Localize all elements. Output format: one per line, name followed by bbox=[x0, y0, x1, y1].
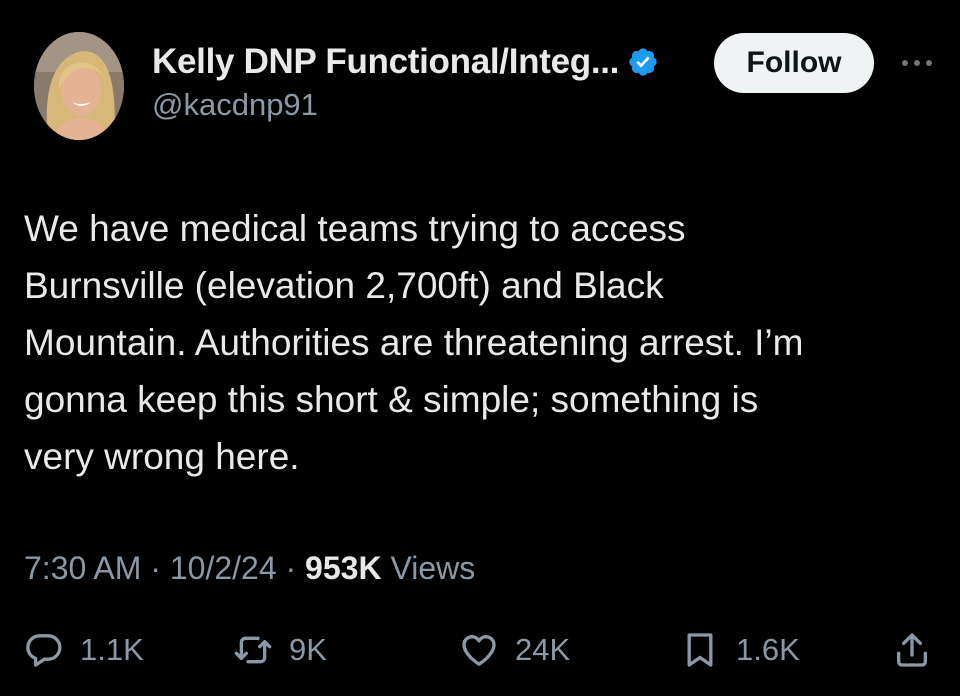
tweet-line: Burnsville (elevation 2,700ft) and Black bbox=[24, 265, 664, 306]
more-options-icon[interactable] bbox=[895, 52, 939, 74]
tweet-line: gonna keep this short & simple; somethin… bbox=[24, 379, 759, 420]
views-label: Views bbox=[381, 550, 476, 586]
bookmark-button[interactable]: 1.6K bbox=[680, 620, 800, 680]
reply-count: 1.1K bbox=[80, 632, 144, 667]
repost-count: 9K bbox=[289, 632, 327, 667]
tweet-line: We have medical teams trying to access bbox=[24, 208, 686, 249]
follow-button[interactable]: Follow bbox=[714, 33, 874, 93]
like-count: 24K bbox=[515, 632, 571, 667]
dot bbox=[926, 60, 932, 66]
avatar-image bbox=[34, 32, 124, 140]
reply-button[interactable]: 1.1K bbox=[24, 620, 144, 680]
meta-separator: · bbox=[141, 550, 170, 586]
tweet-date[interactable]: 10/2/24 bbox=[170, 550, 277, 586]
repost-button[interactable]: 9K bbox=[233, 620, 327, 680]
tweet-text: We have medical teams trying to access B… bbox=[24, 200, 934, 485]
views-count[interactable]: 953K bbox=[305, 550, 382, 586]
author-name-row: Kelly DNP Functional/Integ... bbox=[152, 42, 659, 82]
share-icon bbox=[897, 633, 927, 667]
meta-separator: · bbox=[276, 550, 306, 586]
action-bar: 1.1K 9K 24K 1.6K bbox=[0, 620, 960, 680]
like-button[interactable]: 24K bbox=[459, 620, 570, 680]
author-handle[interactable]: @kacdnp91 bbox=[152, 87, 318, 123]
tweet-line: Mountain. Authorities are threatening ar… bbox=[24, 322, 804, 363]
dot bbox=[914, 60, 920, 66]
avatar[interactable] bbox=[34, 32, 124, 140]
bookmark-count: 1.6K bbox=[736, 632, 800, 667]
repost-icon bbox=[234, 636, 272, 664]
bookmark-icon bbox=[687, 633, 713, 667]
author-name[interactable]: Kelly DNP Functional/Integ... bbox=[152, 42, 619, 82]
tweet-line: very wrong here. bbox=[24, 436, 300, 477]
heart-icon bbox=[462, 635, 496, 666]
tweet-meta: 7:30 AM · 10/2/24 · 953K Views bbox=[24, 550, 475, 587]
share-button[interactable] bbox=[892, 620, 932, 680]
tweet-time[interactable]: 7:30 AM bbox=[24, 550, 141, 586]
dot bbox=[902, 60, 908, 66]
reply-icon bbox=[26, 634, 62, 667]
verified-badge-icon[interactable] bbox=[627, 46, 659, 78]
